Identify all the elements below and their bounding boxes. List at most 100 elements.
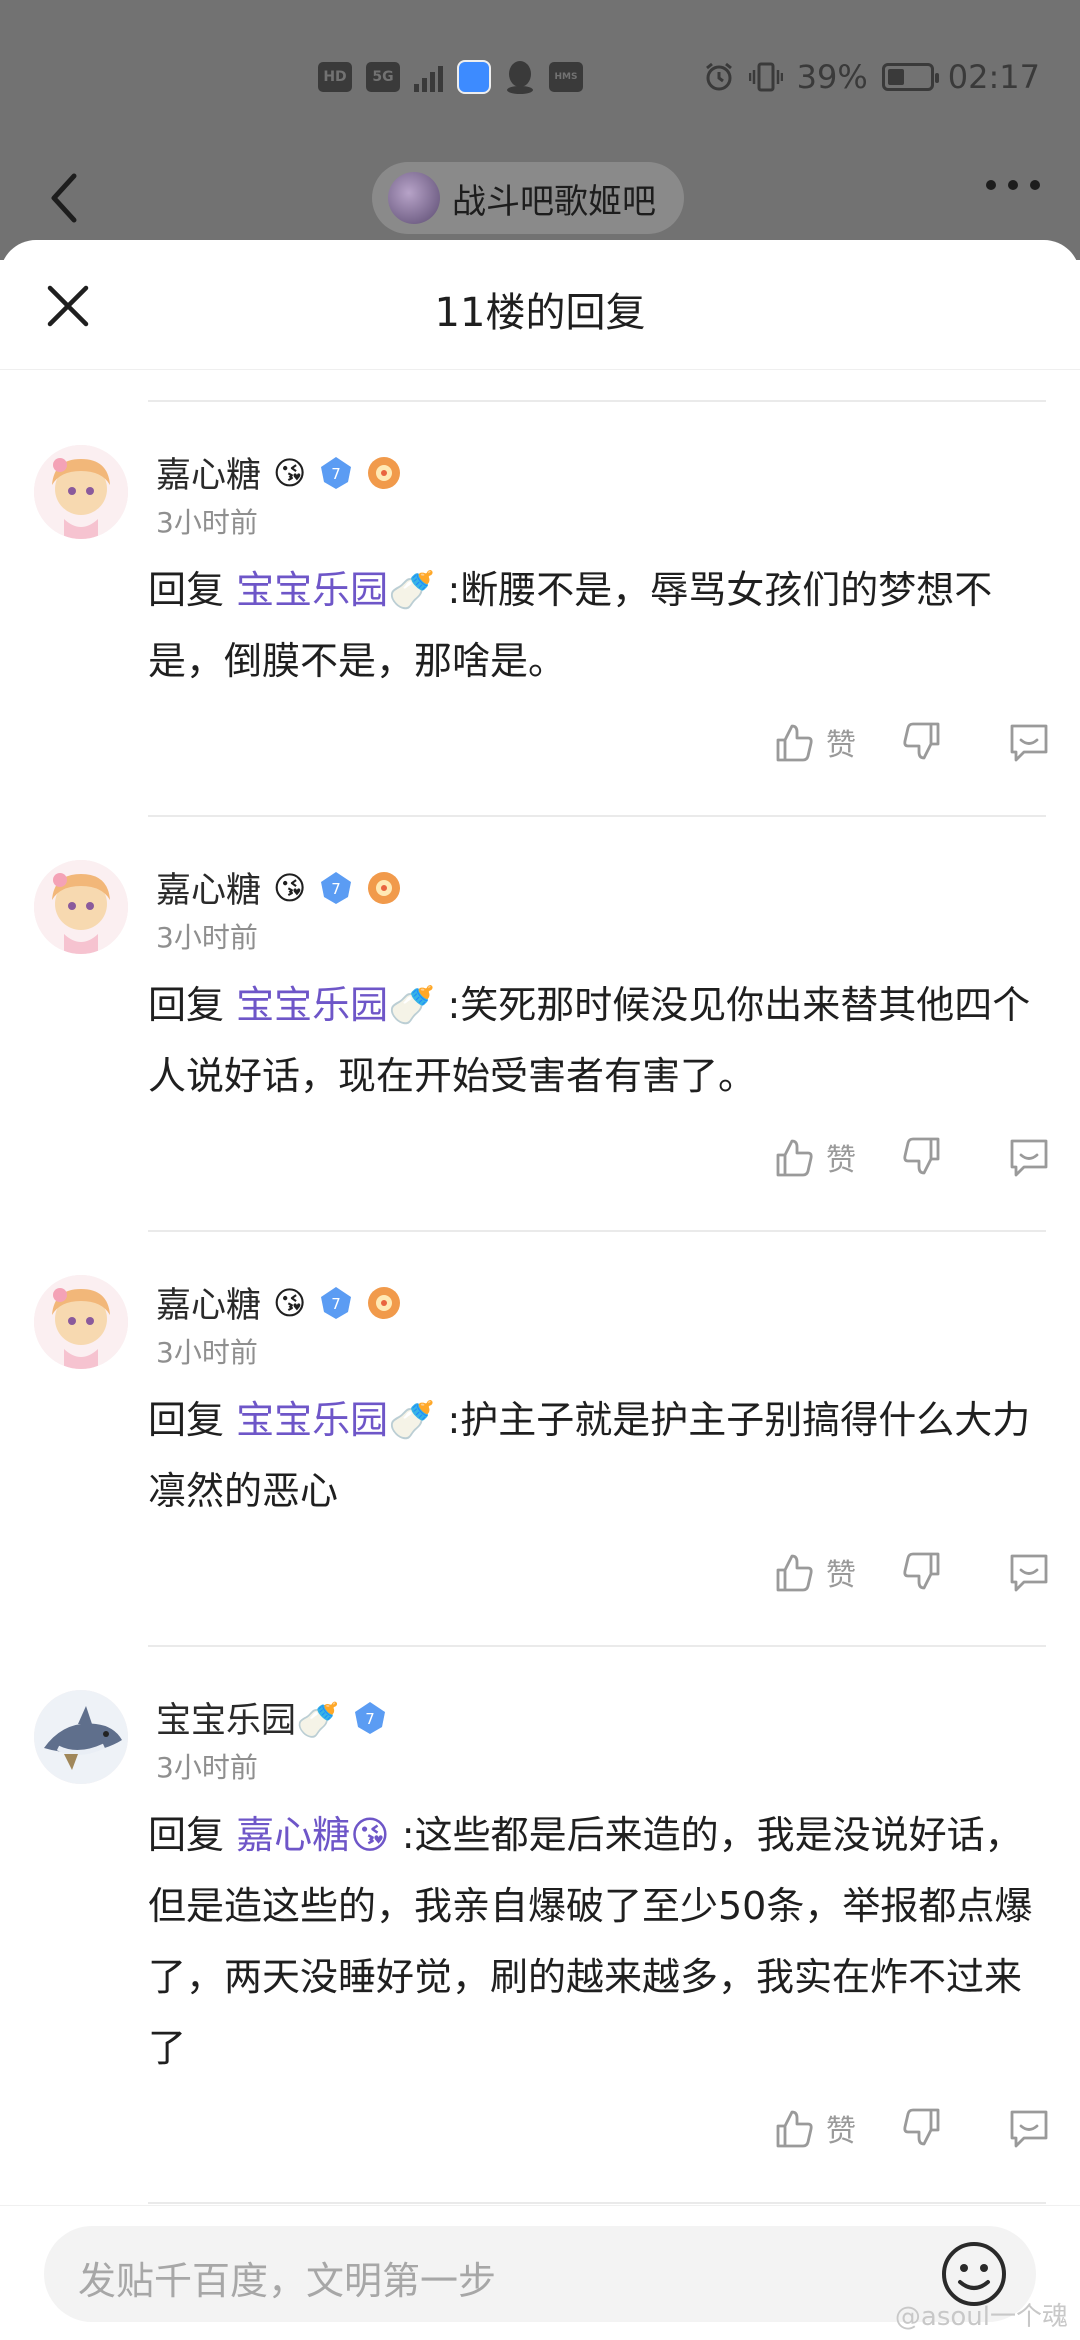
name-emoji: 😘	[273, 453, 307, 492]
reply-prefix: 回复	[148, 1813, 237, 1857]
svg-text:7: 7	[332, 880, 342, 898]
comment-actions: 赞	[772, 720, 1052, 764]
reply-button[interactable]	[1006, 2106, 1052, 2150]
network-type: 5G	[366, 62, 400, 92]
app-notification-icon	[457, 60, 491, 94]
svg-text:7: 7	[365, 1710, 375, 1728]
chevron-left-icon	[51, 173, 77, 223]
thumbs-down-icon	[903, 1137, 940, 1175]
reply-sheet: 11楼的回复 嘉心糖 😘 7 3小时前 回复 宝宝乐园🍼 :断腰不是，辱骂女孩们…	[0, 240, 1080, 2340]
status-bar: HD 5G HMS 39% 02:17	[0, 52, 1080, 108]
username[interactable]: 宝宝乐园🍼	[156, 1692, 340, 1743]
reply-to-user[interactable]: 宝宝乐园🍼	[236, 568, 435, 612]
sheet-header: 11楼的回复	[0, 240, 1080, 370]
username[interactable]: 嘉心糖	[156, 447, 261, 498]
thumbs-up-icon	[776, 2110, 813, 2148]
timestamp: 3小时前	[156, 1336, 258, 1369]
comment-icon	[1010, 724, 1048, 762]
comment-text: 回复 宝宝乐园🍼 :笑死那时候没见你出来替其他四个人说好话，现在开始受害者有害了…	[148, 970, 1052, 1112]
divider	[148, 1230, 1046, 1232]
sheet-title: 11楼的回复	[434, 290, 646, 336]
qq-icon	[507, 61, 533, 94]
username[interactable]: 嘉心糖	[156, 1277, 261, 1328]
status-right: 39% 02:17	[703, 58, 1040, 96]
more-options-icon[interactable]	[986, 180, 1040, 190]
user-row: 嘉心糖 😘 7	[156, 862, 402, 913]
comment-text: 回复 嘉心糖😘 :这些都是后来造的，我是没说好话，但是造这些的，我亲自爆破了至少…	[148, 1800, 1052, 2084]
timestamp: 3小时前	[156, 921, 258, 954]
like-label: 赞	[826, 2114, 856, 2149]
reply-to-user[interactable]: 嘉心糖😘	[236, 1813, 390, 1857]
clock: 02:17	[947, 58, 1040, 96]
comment-text: 回复 宝宝乐园🍼 :断腰不是，辱骂女孩们的梦想不是，倒膜不是，那啥是。	[148, 555, 1052, 697]
hms-icon: HMS	[549, 62, 583, 92]
forum-avatar	[388, 172, 440, 224]
user-row: 宝宝乐园🍼 7	[156, 1692, 388, 1743]
comment-item: 嘉心糖 😘 7 3小时前 回复 宝宝乐园🍼 :笑死那时候没见你出来替其他四个人说…	[0, 860, 1080, 1178]
like-button[interactable]: 赞	[772, 1135, 856, 1179]
comment-actions: 赞	[772, 1135, 1052, 1179]
comment-actions: 赞	[772, 1550, 1052, 1594]
divider	[148, 2202, 1046, 2204]
divider	[148, 1645, 1046, 1647]
svg-text:7: 7	[332, 1295, 342, 1313]
name-emoji: 😘	[273, 868, 307, 907]
reply-to-user[interactable]: 宝宝乐园🍼	[236, 1398, 435, 1442]
dislike-button[interactable]	[900, 1550, 944, 1594]
comment-item: 嘉心糖 😘 7 3小时前 回复 宝宝乐园🍼 :护主子就是护主子别搞得什么大力凛然…	[0, 1275, 1080, 1593]
top-nav: 战斗吧歌姬吧	[0, 160, 1080, 236]
signal-icon	[414, 62, 443, 92]
reply-to-user[interactable]: 宝宝乐园🍼	[236, 983, 435, 1027]
battery-percent: 39%	[796, 58, 868, 96]
diamond-level-icon: 7	[354, 1701, 385, 1734]
avatar[interactable]	[34, 1690, 128, 1784]
like-label: 赞	[826, 1143, 856, 1178]
like-label: 赞	[826, 728, 856, 763]
avatar[interactable]	[34, 860, 128, 954]
battery-icon	[881, 63, 939, 91]
bottom-input-bar: 发贴千百度，文明第一步 @asoul一个魂	[0, 2205, 1080, 2340]
dislike-button[interactable]	[900, 1135, 944, 1179]
reply-input[interactable]: 发贴千百度，文明第一步	[44, 2226, 1036, 2322]
dislike-button[interactable]	[900, 2106, 944, 2150]
back-button[interactable]	[44, 168, 88, 228]
anime-avatar-icon	[34, 445, 128, 539]
dislike-button[interactable]	[900, 720, 944, 764]
watermark: @asoul一个魂	[894, 2302, 1068, 2332]
avatar[interactable]	[34, 445, 128, 539]
like-button[interactable]: 赞	[772, 720, 856, 764]
thumbs-down-icon	[903, 722, 940, 760]
reply-button[interactable]	[1006, 1135, 1052, 1179]
status-left: HD 5G HMS	[318, 60, 583, 94]
anime-avatar-icon	[34, 1275, 128, 1369]
comment-actions: 赞	[772, 2106, 1052, 2150]
thumbs-up-icon	[776, 1139, 813, 1177]
reply-prefix: 回复	[148, 568, 237, 612]
thumbs-down-icon	[903, 1552, 940, 1590]
name-emoji: 😘	[273, 1283, 307, 1322]
shark-avatar-icon	[34, 1690, 128, 1784]
thumbs-up-icon	[776, 1554, 813, 1592]
comment-item: 嘉心糖 😘 7 3小时前 回复 宝宝乐园🍼 :断腰不是，辱骂女孩们的梦想不是，倒…	[0, 445, 1080, 763]
diamond-level-icon: 7	[321, 456, 352, 489]
thumbs-down-icon	[903, 2108, 940, 2146]
reply-button[interactable]	[1006, 1550, 1052, 1594]
divider	[148, 815, 1046, 817]
timestamp: 3小时前	[156, 1751, 258, 1784]
fan-badge-icon	[368, 1286, 401, 1319]
reply-prefix: 回复	[148, 1398, 237, 1442]
hd-indicator: HD	[318, 62, 352, 92]
reply-prefix: 回复	[148, 983, 237, 1027]
forum-pill[interactable]: 战斗吧歌姬吧	[372, 162, 684, 234]
forum-name: 战斗吧歌姬吧	[452, 181, 656, 222]
username[interactable]: 嘉心糖	[156, 862, 261, 913]
reply-button[interactable]	[1006, 720, 1052, 764]
like-button[interactable]: 赞	[772, 1550, 856, 1594]
avatar[interactable]	[34, 1275, 128, 1369]
user-row: 嘉心糖 😘 7	[156, 1277, 402, 1328]
comment-icon	[1010, 1139, 1048, 1177]
user-row: 嘉心糖 😘 7	[156, 447, 402, 498]
svg-text:7: 7	[332, 465, 342, 483]
like-button[interactable]: 赞	[772, 2106, 856, 2150]
comment-icon	[1010, 1554, 1048, 1592]
